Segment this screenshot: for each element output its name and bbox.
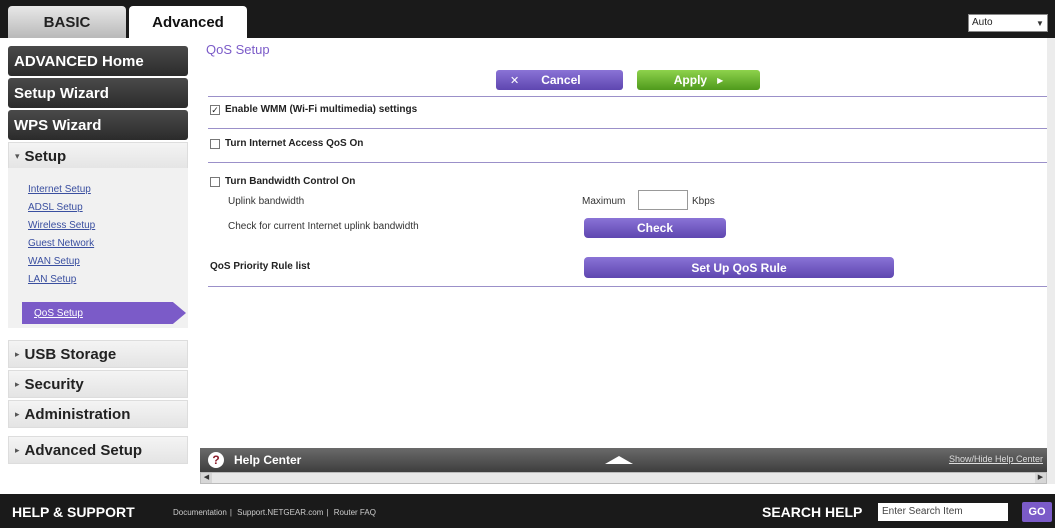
vertical-scrollbar[interactable] — [1047, 38, 1055, 484]
sidebar-item-label: Advanced Setup — [24, 441, 143, 459]
setup-qos-rule-button[interactable]: Set Up QoS Rule — [584, 257, 894, 278]
expand-up-icon[interactable] — [605, 456, 633, 464]
divider — [208, 286, 1047, 287]
sidebar: ADVANCED Home Setup Wizard WPS Wizard ▾ … — [0, 38, 200, 478]
bandwidth-checkbox[interactable] — [210, 176, 220, 187]
sidebar-item-security[interactable]: ▸ Security — [8, 370, 188, 398]
close-icon: ✕ — [510, 74, 520, 87]
divider — [208, 162, 1047, 163]
sidebar-item-advanced-home[interactable]: ADVANCED Home — [8, 46, 188, 76]
sidebar-sub-wireless-setup[interactable]: Wireless Setup — [28, 220, 95, 231]
show-hide-help-link[interactable]: Show/Hide Help Center — [949, 454, 1043, 464]
help-support-title: HELP & SUPPORT — [12, 504, 135, 520]
router-faq-link[interactable]: Router FAQ — [334, 508, 376, 517]
uplink-label: Uplink bandwidth — [228, 196, 305, 207]
chevron-right-icon: ▸ — [15, 444, 20, 455]
help-center-title: Help Center — [234, 453, 302, 467]
priority-rule-label: QoS Priority Rule list — [210, 261, 311, 272]
apply-label: Apply — [673, 73, 708, 87]
help-icon: ? — [208, 452, 224, 468]
scroll-right-icon[interactable]: ▶ — [1035, 473, 1046, 483]
footer: HELP & SUPPORT Documentation | Support.NE… — [0, 494, 1055, 528]
divider — [208, 96, 1047, 97]
kbps-label: Kbps — [692, 196, 715, 207]
tab-basic[interactable]: BASIC — [8, 6, 126, 38]
sidebar-item-wps-wizard[interactable]: WPS Wizard — [8, 110, 188, 140]
internet-qos-checkbox[interactable] — [210, 138, 220, 149]
documentation-link[interactable]: Documentation — [173, 508, 227, 517]
chevron-right-icon: ▸ — [15, 378, 20, 389]
maximum-label: Maximum — [582, 196, 626, 207]
bandwidth-row: Turn Bandwidth Control On — [210, 176, 355, 187]
scroll-left-icon[interactable]: ◀ — [201, 473, 212, 483]
sidebar-item-label: Security — [24, 375, 84, 393]
check-button[interactable]: Check — [584, 218, 726, 238]
apply-button[interactable]: Apply ▶ — [637, 70, 760, 90]
sidebar-item-usb-storage[interactable]: ▸ USB Storage — [8, 340, 188, 368]
horizontal-scrollbar[interactable]: ◀ ▶ — [200, 472, 1047, 484]
sidebar-item-label: USB Storage — [24, 345, 117, 363]
language-select-value: Auto — [972, 17, 993, 28]
search-help-label: SEARCH HELP — [762, 504, 863, 520]
support-link[interactable]: Support.NETGEAR.com — [237, 508, 323, 517]
top-bar: BASIC Advanced Auto ▼ — [0, 0, 1055, 38]
wmm-label: Enable WMM (Wi-Fi multimedia) settings — [225, 104, 418, 115]
sidebar-sub-adsl-setup[interactable]: ADSL Setup — [28, 202, 83, 213]
tab-advanced[interactable]: Advanced — [129, 6, 247, 38]
bandwidth-label: Turn Bandwidth Control On — [225, 176, 356, 187]
sidebar-item-setup[interactable]: ▾ Setup — [8, 142, 188, 170]
sidebar-sub-lan-setup[interactable]: LAN Setup — [28, 274, 76, 285]
uplink-bandwidth-input[interactable] — [638, 190, 688, 210]
go-button[interactable]: GO — [1022, 502, 1052, 522]
search-input[interactable]: Enter Search Item — [878, 503, 1008, 521]
divider — [208, 128, 1047, 129]
chevron-right-icon: ▸ — [15, 348, 20, 359]
language-select[interactable]: Auto ▼ — [968, 14, 1048, 32]
sidebar-sub-internet-setup[interactable]: Internet Setup — [28, 184, 91, 195]
wmm-row: ✓ Enable WMM (Wi-Fi multimedia) settings — [210, 104, 417, 115]
internet-qos-row: Turn Internet Access QoS On — [210, 138, 363, 149]
sidebar-item-label: Setup — [24, 147, 67, 165]
cancel-label: Cancel — [541, 73, 581, 87]
sidebar-item-label: Administration — [24, 405, 131, 423]
internet-qos-label: Turn Internet Access QoS On — [225, 138, 364, 149]
main-panel: QoS Setup ✕ Cancel Apply ▶ ✓ Enable WMM … — [200, 38, 1047, 448]
sidebar-sub-guest-network[interactable]: Guest Network — [28, 238, 94, 249]
wmm-checkbox[interactable]: ✓ — [210, 104, 220, 115]
footer-links: Documentation | Support.NETGEAR.com | Rout… — [173, 508, 376, 517]
sidebar-item-setup-wizard[interactable]: Setup Wizard — [8, 78, 188, 108]
check-bandwidth-label: Check for current Internet uplink bandwi… — [228, 221, 419, 232]
chevron-down-icon: ▼ — [1036, 19, 1044, 28]
sidebar-sub-wan-setup[interactable]: WAN Setup — [28, 256, 80, 267]
arrow-right-icon: ▶ — [717, 75, 724, 85]
sidebar-item-administration[interactable]: ▸ Administration — [8, 400, 188, 428]
sidebar-item-advanced-setup[interactable]: ▸ Advanced Setup — [8, 436, 188, 464]
page-title: QoS Setup — [206, 42, 270, 57]
help-center-bar[interactable]: ? Help Center Show/Hide Help Center — [200, 448, 1047, 472]
cancel-button[interactable]: ✕ Cancel — [496, 70, 623, 90]
chevron-down-icon: ▾ — [15, 150, 20, 161]
chevron-right-icon: ▸ — [15, 408, 20, 419]
sidebar-sub-qos-setup[interactable]: QoS Setup — [22, 302, 186, 324]
